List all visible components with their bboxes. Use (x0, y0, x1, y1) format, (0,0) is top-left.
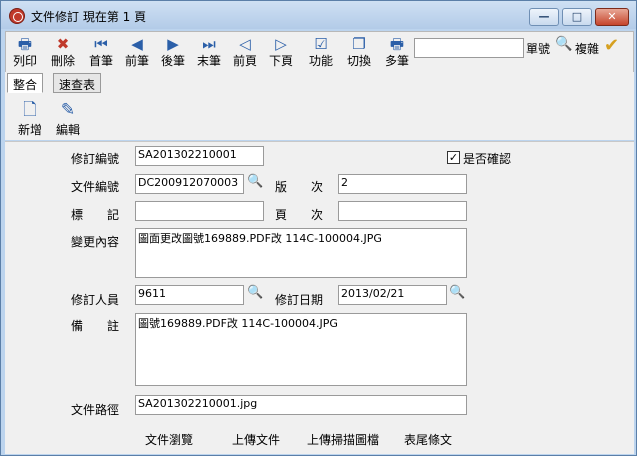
printer-icon: 🖶 (17, 35, 33, 53)
next-page-button[interactable]: ▷ 下頁 (266, 34, 296, 72)
minimize-button[interactable]: — (529, 8, 559, 26)
switch-icon: ❐ (352, 35, 366, 53)
date-picker-icon[interactable]: 🔍 (449, 285, 467, 303)
tab-quick-lookup[interactable]: 速查表 (53, 73, 102, 93)
multi-record-label: 多筆 (384, 54, 409, 68)
mark-label: 標 記 (71, 208, 120, 222)
function-button[interactable]: ☑ 功能 (306, 34, 336, 72)
app-window: 文件修訂 現在第 1 頁 — □ ✕ 🖶 列印 ✖ 刪除 ⏮ 首筆 ◀ 前筆 ▶ 後筆 ⏭… (0, 0, 637, 456)
version-label: 版 次 (275, 180, 324, 194)
multi-record-icon: 🖶 (389, 35, 405, 53)
maximize-icon: □ (571, 10, 583, 23)
edit-label: 編輯 (55, 123, 80, 137)
prev-page-icon: ◁ (239, 35, 251, 53)
new-button[interactable]: 🗋 新增 (15, 99, 45, 138)
revise-date-label: 修訂日期 (275, 293, 324, 307)
new-doc-icon: 🗋 (23, 100, 37, 120)
app-icon (9, 8, 25, 24)
change-content-label: 變更內容 (71, 235, 120, 249)
prev-page-label: 前頁 (232, 54, 257, 68)
function-icon: ☑ (314, 35, 328, 53)
switch-label: 切換 (346, 54, 371, 68)
browse-file-link[interactable]: 文件瀏覽 (145, 431, 193, 448)
new-label: 新增 (17, 123, 42, 137)
edit-doc-icon: ✎ (60, 100, 76, 120)
tab-integrated[interactable]: 整合 (7, 73, 44, 93)
revision-no-field[interactable]: SA201302210001 (135, 146, 264, 166)
first-record-label: 首筆 (88, 54, 113, 68)
revision-form: 修訂編號 SA201302210001 ✓ 是否確認 文件編號 DC200912… (5, 141, 634, 454)
last-record-icon: ⏭ (202, 35, 216, 53)
switch-button[interactable]: ❐ 切換 (344, 34, 374, 72)
prev-record-button[interactable]: ◀ 前筆 (122, 34, 152, 72)
mark-field[interactable] (135, 201, 264, 221)
prev-page-button[interactable]: ◁ 前頁 (230, 34, 260, 72)
page-no-label: 頁 次 (275, 208, 324, 222)
next-page-icon: ▷ (275, 35, 287, 53)
maximize-button[interactable]: □ (562, 8, 592, 26)
page-no-field[interactable] (338, 201, 467, 221)
order-search-input[interactable] (414, 38, 524, 58)
main-toolbar: 🖶 列印 ✖ 刪除 ⏮ 首筆 ◀ 前筆 ▶ 後筆 ⏭ 末筆 ◁ 前頁 ▷ 下頁 ☑ 功能 ❐ 切換 … (5, 31, 634, 73)
remark-label: 備 註 (71, 319, 120, 333)
reviser-label: 修訂人員 (71, 293, 120, 307)
function-label: 功能 (308, 54, 333, 68)
upload-file-link[interactable]: 上傳文件 (232, 431, 280, 448)
copy-label: 複雜 (575, 42, 600, 56)
delete-button[interactable]: ✖ 刪除 (48, 34, 78, 72)
last-record-label: 末筆 (196, 54, 221, 68)
title-bar: 文件修訂 現在第 1 頁 — □ ✕ (1, 1, 636, 29)
search-icon[interactable]: 🔍 (555, 36, 573, 56)
doc-no-lookup-icon[interactable]: 🔍 (247, 174, 265, 192)
delete-icon: ✖ (56, 35, 70, 53)
upload-scan-link[interactable]: 上傳掃描圖檔 (307, 431, 379, 448)
next-page-label: 下頁 (268, 54, 293, 68)
edit-button[interactable]: ✎ 編輯 (53, 99, 83, 138)
footer-terms-link[interactable]: 表尾條文 (404, 431, 452, 448)
file-path-label: 文件路徑 (71, 403, 120, 417)
confirmed-label: 是否確認 (463, 152, 512, 166)
change-content-field[interactable]: 圖面更改圖號169889.PDF改 114C-100004.JPG (135, 228, 467, 278)
doc-no-field[interactable]: DC200912070003 (135, 174, 244, 194)
reviser-lookup-icon[interactable]: 🔍 (247, 285, 265, 303)
prev-record-icon: ◀ (131, 35, 143, 53)
first-record-icon: ⏮ (94, 35, 108, 53)
minimize-icon: — (538, 10, 550, 23)
copy-icon[interactable]: ✔ (604, 35, 619, 56)
next-record-icon: ▶ (167, 35, 179, 53)
next-record-button[interactable]: ▶ 後筆 (158, 34, 188, 72)
order-no-label: 單號 (526, 42, 551, 56)
first-record-button[interactable]: ⏮ 首筆 (86, 34, 116, 72)
reviser-field[interactable]: 9611 (135, 285, 244, 305)
last-record-button[interactable]: ⏭ 末筆 (194, 34, 224, 72)
next-record-label: 後筆 (160, 54, 185, 68)
close-icon: ✕ (607, 10, 617, 23)
confirmed-checkbox[interactable]: ✓ (447, 151, 460, 164)
version-field[interactable]: 2 (338, 174, 467, 194)
close-button[interactable]: ✕ (595, 8, 629, 26)
window-title: 文件修訂 現在第 1 頁 (31, 10, 147, 24)
print-label: 列印 (12, 54, 37, 68)
doc-no-label: 文件編號 (71, 180, 120, 194)
remark-field[interactable]: 圖號169889.PDF改 114C-100004.JPG (135, 313, 467, 386)
multi-record-button[interactable]: 🖶 多筆 (382, 34, 412, 72)
delete-label: 刪除 (50, 54, 75, 68)
tab-strip: 整合 速查表 (5, 72, 634, 94)
revise-date-field[interactable]: 2013/02/21 (338, 285, 447, 305)
sub-toolbar: 🗋 新增 ✎ 編輯 (5, 94, 634, 140)
file-path-field[interactable]: SA201302210001.jpg (135, 395, 467, 415)
print-button[interactable]: 🖶 列印 (10, 34, 40, 72)
revision-no-label: 修訂編號 (71, 152, 120, 166)
prev-record-label: 前筆 (124, 54, 149, 68)
